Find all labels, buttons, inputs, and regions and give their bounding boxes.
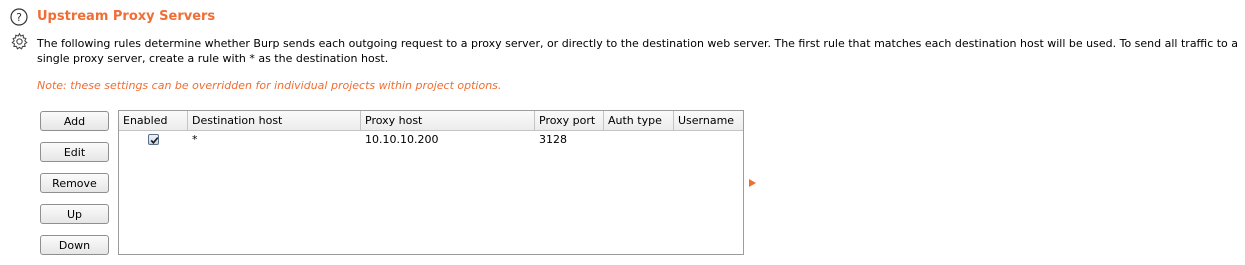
destination-host-cell: * [192, 133, 198, 146]
column-header-destination-host[interactable]: Destination host [188, 111, 361, 130]
up-button[interactable]: Up [40, 204, 109, 224]
expand-arrow-icon[interactable] [749, 179, 756, 187]
section-title: Upstream Proxy Servers [37, 9, 216, 24]
proxy-host-cell: 10.10.10.200 [365, 133, 439, 146]
proxy-port-cell: 3128 [539, 133, 567, 146]
enabled-checkbox[interactable] [148, 134, 159, 145]
proxy-rules-table[interactable]: Enabled Destination host Proxy host Prox… [118, 110, 744, 255]
section-description: The following rules determine whether Bu… [37, 37, 1239, 65]
remove-button[interactable]: Remove [40, 173, 109, 193]
svg-text:?: ? [16, 11, 22, 24]
down-button[interactable]: Down [40, 235, 109, 255]
column-header-proxy-host[interactable]: Proxy host [361, 111, 535, 130]
username-cell [674, 131, 743, 148]
enabled-cell [119, 131, 188, 148]
column-header-auth-type[interactable]: Auth type [604, 111, 674, 130]
edit-button[interactable]: Edit [40, 142, 109, 162]
gear-icon[interactable] [10, 32, 29, 51]
add-button[interactable]: Add [40, 111, 109, 131]
column-header-proxy-port[interactable]: Proxy port [535, 111, 604, 130]
table-row[interactable]: * 10.10.10.200 3128 [119, 131, 743, 148]
upstream-proxy-panel: ? Upstream Proxy Servers The following r… [0, 0, 1245, 265]
help-icon[interactable]: ? [10, 8, 28, 26]
column-header-username[interactable]: Username [674, 111, 743, 130]
table-header: Enabled Destination host Proxy host Prox… [119, 111, 743, 131]
auth-type-cell [604, 131, 674, 148]
section-note: Note: these settings can be overridden f… [37, 79, 502, 92]
column-header-enabled[interactable]: Enabled [119, 111, 188, 130]
